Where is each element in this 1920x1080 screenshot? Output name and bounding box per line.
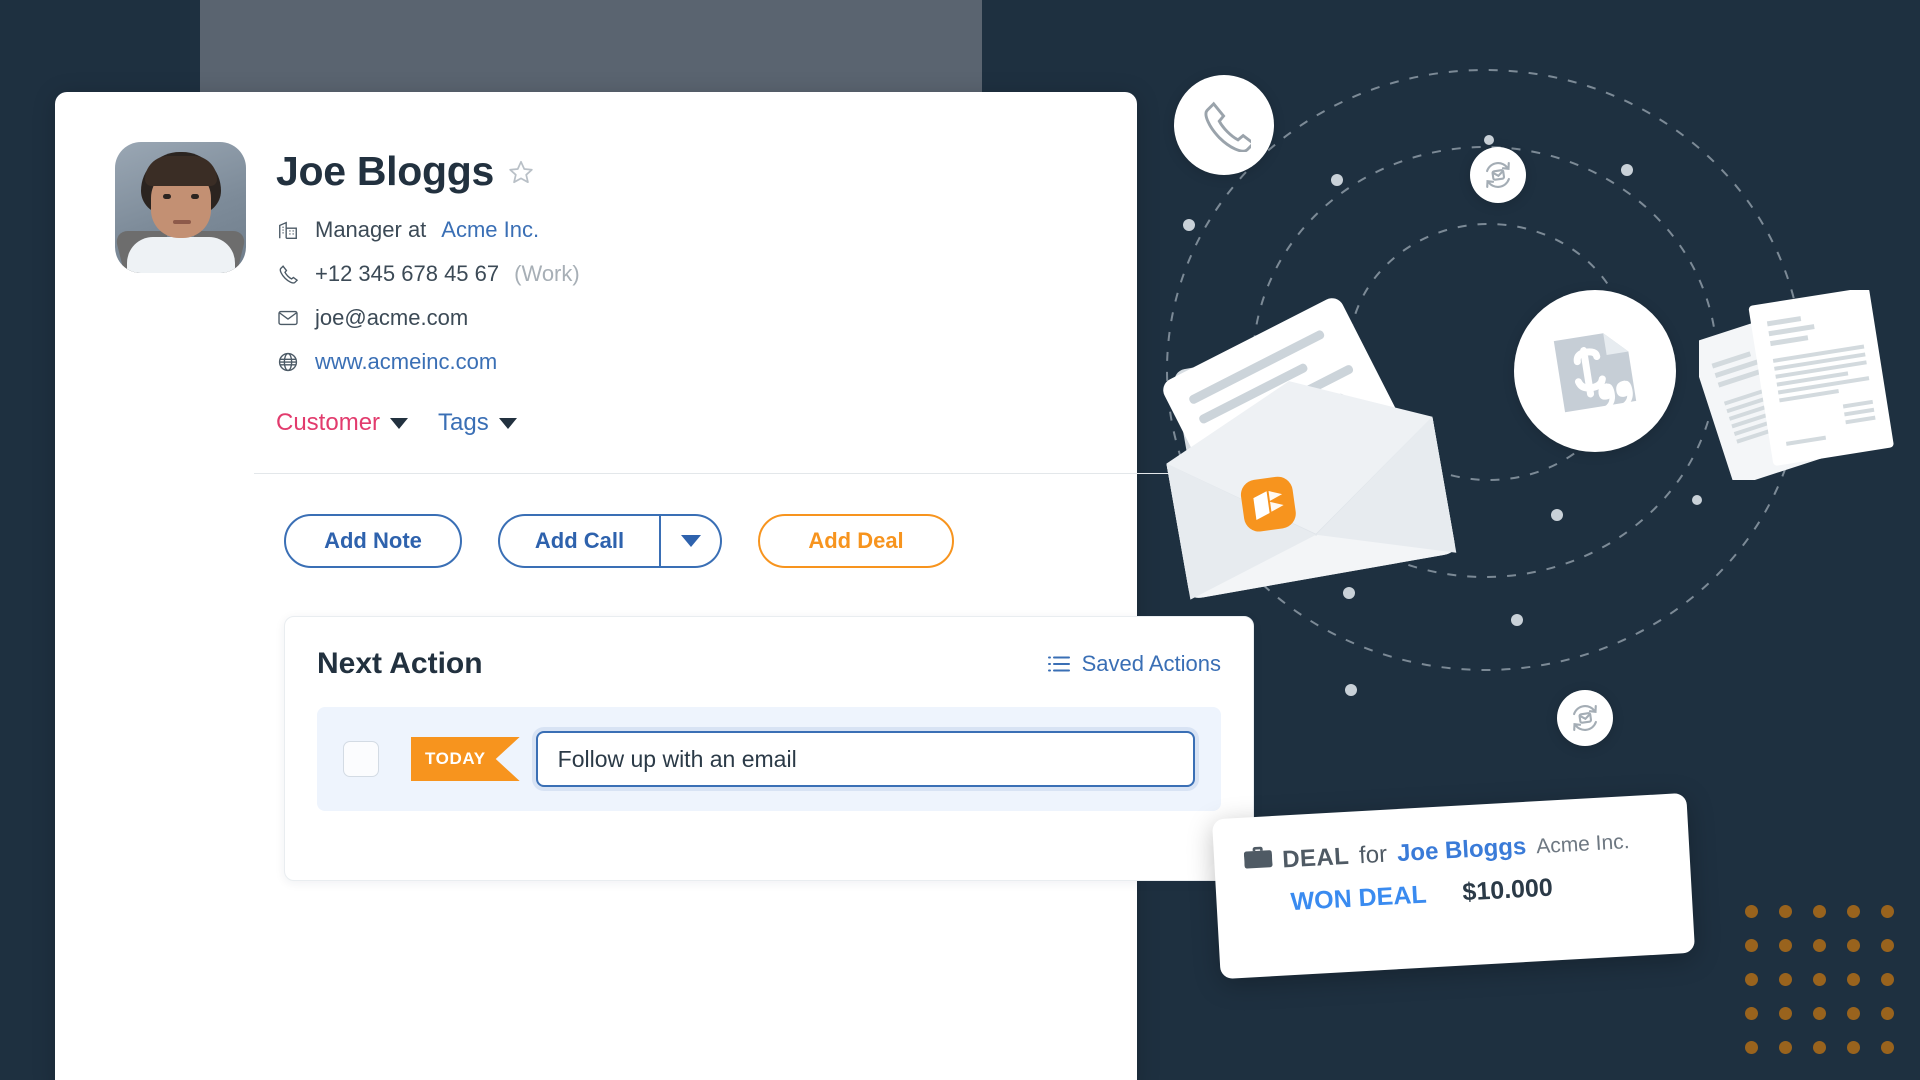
deal-card-header: DEAL for Joe Bloggs Acme Inc. [1243, 822, 1659, 876]
sync-envelope-icon [1470, 147, 1526, 203]
phone-icon [276, 262, 300, 286]
company-link[interactable]: Acme Inc. [441, 217, 539, 243]
next-action-panel: Next Action Saved Actions TODAY [284, 616, 1254, 881]
list-icon [1047, 655, 1070, 673]
contact-info: Joe Bloggs Manager at Acme Inc. +12 345 … [254, 142, 1254, 881]
deal-status-badge: WON DEAL [1289, 880, 1428, 917]
email-address-text[interactable]: joe@acme.com [315, 305, 468, 331]
phone-number-text: +12 345 678 45 67 [315, 261, 500, 286]
globe-icon [276, 350, 300, 374]
deal-company-text: Acme Inc. [1535, 830, 1631, 859]
add-call-dropdown-button[interactable] [660, 514, 722, 568]
star-outline-icon[interactable] [508, 159, 534, 185]
phone-label-text: (Work) [514, 261, 580, 286]
next-action-title: Next Action [317, 647, 483, 680]
next-action-header: Next Action Saved Actions [317, 647, 1221, 681]
briefcase-icon [1243, 844, 1273, 877]
contact-name-row: Joe Bloggs [276, 148, 1254, 195]
contact-phone-row: +12 345 678 45 67 (Work) [276, 261, 1254, 287]
chevron-down-icon [680, 535, 701, 547]
deal-toast-card[interactable]: DEAL for Joe Bloggs Acme Inc. WON DEAL $… [1211, 792, 1696, 980]
deal-for-text: for [1358, 840, 1388, 870]
phone-circle-icon [1174, 75, 1274, 175]
open-envelope-letter-icon [1137, 290, 1467, 620]
tags-label: Tags [438, 409, 489, 436]
chevron-down-icon [498, 417, 517, 429]
orange-book-badge-icon [1240, 476, 1296, 532]
website-link[interactable]: www.acmeinc.com [315, 349, 497, 375]
add-deal-button[interactable]: Add Deal [758, 514, 954, 568]
envelope-icon [276, 306, 300, 330]
task-row: TODAY [317, 707, 1221, 811]
sync-envelope-icon [1557, 690, 1613, 746]
contact-job-row: Manager at Acme Inc. [276, 217, 1254, 243]
stacked-documents-icon [1689, 287, 1920, 486]
tags-row: Customer Tags [276, 409, 1254, 437]
page-title: Joe Bloggs [276, 148, 494, 194]
due-badge: TODAY [411, 737, 520, 781]
contact-email-row: joe@acme.com [276, 305, 1254, 331]
contact-identity: Joe Bloggs Manager at Acme Inc. +12 345 … [115, 142, 1254, 881]
contact-website-row: www.acmeinc.com [276, 349, 1254, 375]
invoice-dollar-quote-icon [1514, 290, 1676, 452]
add-note-button[interactable]: Add Note [284, 514, 462, 568]
task-input[interactable] [535, 731, 1195, 787]
action-buttons: Add Note Add Call Add Deal [284, 514, 1254, 568]
section-divider [254, 473, 1226, 474]
deal-label: DEAL [1281, 842, 1350, 874]
tags-dropdown[interactable]: Tags [438, 409, 517, 437]
add-call-button[interactable]: Add Call [498, 514, 660, 568]
building-icon [276, 218, 300, 242]
job-role-text: Manager at [315, 217, 427, 242]
category-label: Customer [276, 409, 381, 436]
chevron-down-icon [390, 417, 409, 429]
category-dropdown[interactable]: Customer [276, 409, 409, 437]
deal-card-status-row: WON DEAL $10.000 [1246, 867, 1662, 919]
contact-detail-card: Joe Bloggs Manager at Acme Inc. +12 345 … [55, 92, 1254, 1080]
task-checkbox[interactable] [343, 741, 379, 777]
top-gray-bar [200, 0, 982, 92]
deal-person-link[interactable]: Joe Bloggs [1396, 833, 1527, 868]
avatar [115, 142, 246, 273]
add-call-group: Add Call [498, 514, 722, 568]
deal-amount: $10.000 [1461, 873, 1554, 907]
